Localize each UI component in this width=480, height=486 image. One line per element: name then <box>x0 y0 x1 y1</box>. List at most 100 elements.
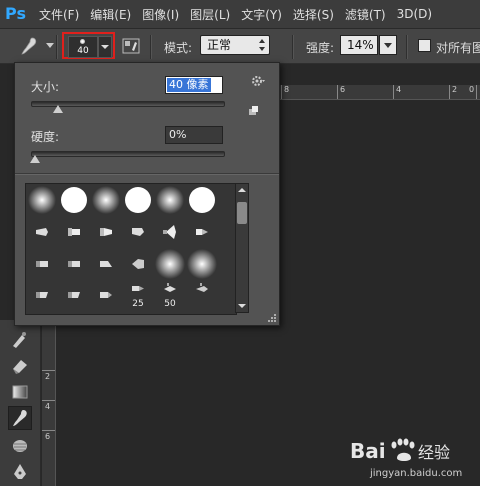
resize-grip-icon[interactable] <box>267 313 277 323</box>
brush-bristle[interactable] <box>90 216 122 248</box>
baidu-jingyan-watermark: Bai 经验 jingyan.baidu.com <box>350 432 480 486</box>
hard-round-brush-icon <box>61 187 87 213</box>
strength-dropdown-button[interactable] <box>379 35 397 55</box>
presets-scrollbar[interactable] <box>235 183 249 313</box>
photoshop-logo: Ps <box>5 4 26 23</box>
bristle-brush-icon <box>100 261 112 267</box>
history-brush-tool-icon[interactable] <box>10 330 30 350</box>
brush-bristle[interactable] <box>26 280 58 312</box>
brush-preset-picker-highlight: 40 <box>62 32 115 59</box>
brush-airbrush[interactable] <box>186 280 218 312</box>
bristle-brush-icon <box>36 292 48 298</box>
updown-arrows-icon <box>259 39 265 51</box>
menu-select[interactable]: 选择(S) <box>293 6 334 23</box>
brush-bristle[interactable] <box>90 248 122 280</box>
brush-bristle[interactable] <box>90 280 122 312</box>
hardness-slider-thumb[interactable] <box>30 155 40 163</box>
hardness-label: 硬度: <box>31 130 60 144</box>
brush-fan[interactable] <box>154 216 186 248</box>
smudge-icon <box>13 410 27 426</box>
hard-round-brush-icon <box>125 187 151 213</box>
pen-tool-icon[interactable] <box>10 462 30 482</box>
hardness-slider-track[interactable] <box>31 151 225 157</box>
reset-size-icon[interactable] <box>247 105 259 117</box>
scroll-down-icon[interactable] <box>238 304 246 308</box>
menu-file[interactable]: 文件(F) <box>39 6 79 23</box>
tool-preset-dropdown-icon[interactable] <box>46 43 54 48</box>
sample-all-layers-label: 对所有图 <box>436 41 480 55</box>
brush-soft-round[interactable] <box>186 248 218 280</box>
strength-label: 强度: <box>306 41 335 55</box>
brush-soft-round[interactable] <box>154 248 186 280</box>
bristle-brush-icon <box>132 259 144 269</box>
bristle-brush-icon <box>100 292 112 298</box>
gear-icon[interactable] <box>251 74 265 88</box>
brush-preset-well[interactable]: 40 <box>68 36 98 58</box>
brush-bristle[interactable] <box>122 216 154 248</box>
brush-sized-25[interactable]: 25 <box>122 280 154 312</box>
brush-soft-round[interactable] <box>154 184 186 216</box>
brush-bristle[interactable] <box>58 216 90 248</box>
brush-preset-picker-panel: 大小: 40 像素 硬度: 0% 25 50 <box>14 62 280 326</box>
brush-preset-dropdown-button[interactable] <box>98 36 112 58</box>
sample-all-layers-checkbox[interactable] <box>418 39 431 52</box>
brush-bristle[interactable] <box>26 248 58 280</box>
brush-sized-50[interactable]: 50 <box>154 280 186 312</box>
brush-hard-round[interactable] <box>186 184 218 216</box>
brush-hard-round[interactable] <box>58 184 90 216</box>
brush-soft-round[interactable] <box>26 184 58 216</box>
brush-bristle[interactable] <box>26 216 58 248</box>
menu-edit[interactable]: 编辑(E) <box>90 6 131 23</box>
smudge-tool-button[interactable] <box>8 406 32 430</box>
ruler-tick: 4 <box>45 402 51 411</box>
brush-hard-round[interactable] <box>122 184 154 216</box>
scroll-up-icon[interactable] <box>238 188 246 192</box>
bristle-brush-icon <box>36 261 48 267</box>
brush-presets-grid: 25 50 <box>25 183 237 315</box>
bristle-brush-icon <box>196 229 208 235</box>
separator <box>56 35 58 59</box>
menu-image[interactable]: 图像(I) <box>142 6 179 23</box>
separator <box>150 35 152 59</box>
menu-filter[interactable]: 滤镜(T) <box>345 6 386 23</box>
brush-size-label: 50 <box>164 299 176 309</box>
brush-size-readout: 40 <box>77 46 89 56</box>
soft-round-brush-icon <box>155 249 185 279</box>
separator <box>406 35 408 59</box>
ruler-tick: 8 <box>284 85 290 94</box>
soft-round-brush-icon <box>28 186 56 214</box>
bristle-brush-icon <box>100 228 112 236</box>
size-input[interactable]: 40 像素 <box>165 76 223 94</box>
dodge-tool-icon[interactable] <box>10 436 30 456</box>
soft-round-brush-icon <box>156 186 184 214</box>
brush-bristle[interactable] <box>58 280 90 312</box>
strength-input[interactable]: 14% <box>340 35 378 55</box>
mode-value: 正常 <box>207 38 232 52</box>
ruler-tick: 6 <box>340 85 346 94</box>
divider <box>15 173 279 175</box>
brush-bristle[interactable] <box>186 216 218 248</box>
options-bar: 40 模式: 正常 强度: 14% 对所有图 <box>0 29 480 64</box>
size-value: 40 像素 <box>167 78 211 92</box>
eraser-tool-icon[interactable] <box>10 356 30 376</box>
hardness-input[interactable]: 0% <box>165 126 223 144</box>
tools-panel <box>0 320 41 486</box>
scroll-thumb[interactable] <box>237 202 247 224</box>
gradient-tool-icon[interactable] <box>10 382 30 402</box>
brush-bristle[interactable] <box>122 248 154 280</box>
menu-3d[interactable]: 3D(D) <box>397 7 432 21</box>
airbrush-icon <box>196 283 208 292</box>
brush-bristle[interactable] <box>58 248 90 280</box>
brush-soft-round[interactable] <box>90 184 122 216</box>
separator <box>292 35 294 59</box>
menu-layer[interactable]: 图层(L) <box>190 6 230 23</box>
ruler-tick: 0 <box>469 85 475 94</box>
size-slider-thumb[interactable] <box>52 105 63 113</box>
menu-type[interactable]: 文字(Y) <box>241 6 282 23</box>
bristle-brush-icon <box>68 292 80 298</box>
smudge-tool-icon[interactable] <box>18 35 40 57</box>
fan-brush-icon <box>163 225 176 239</box>
mode-select[interactable]: 正常 <box>200 35 270 55</box>
brush-panel-toggle-icon[interactable] <box>122 37 140 55</box>
size-label: 大小: <box>31 80 60 94</box>
